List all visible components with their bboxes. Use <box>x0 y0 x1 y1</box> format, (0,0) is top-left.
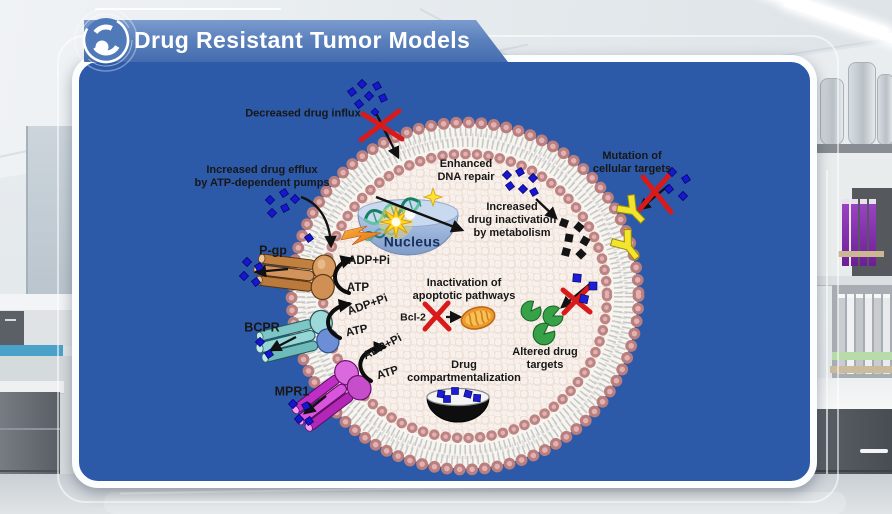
diagram-labels: Decreased drug influx Increased drug eff… <box>0 0 892 514</box>
label-drug-inactivation: Increased drug inactivation by metabolis… <box>468 201 557 241</box>
label-pgp-atp: ATP <box>347 282 369 296</box>
label-bcpr-adp: ADP+Pi <box>346 292 390 319</box>
label-increased-efflux: Increased drug efflux by ATP-dependent p… <box>194 164 329 190</box>
label-mutation-of-targets: Mutation of cellular targets <box>593 150 671 176</box>
label-nucleus: Nucleus <box>384 234 441 251</box>
label-enhanced-dna-repair: Enhanced DNA repair <box>437 158 494 184</box>
label-decreased-influx: Decreased drug influx <box>245 107 361 120</box>
slide: Drug Resistant Tumor Models <box>0 0 892 514</box>
label-bcpr-atp: ATP <box>345 323 370 341</box>
label-mpr1-adp: ADP+Pi <box>361 332 404 364</box>
label-mpr1: MPR1 <box>275 385 310 400</box>
label-apoptotic-inactivation: Inactivation of apoptotic pathways <box>413 277 516 303</box>
label-altered-targets: Altered drug targets <box>512 346 577 372</box>
label-pgp-adp: ADP+Pi <box>348 255 390 269</box>
label-bcl2: Bcl-2 <box>400 312 426 325</box>
label-bcpr: BCPR <box>244 321 279 336</box>
label-compartmentalization: Drug compartmentalization <box>407 359 521 385</box>
label-mpr1-atp: ATP <box>375 364 400 384</box>
label-pgp: P-gp <box>259 244 287 259</box>
